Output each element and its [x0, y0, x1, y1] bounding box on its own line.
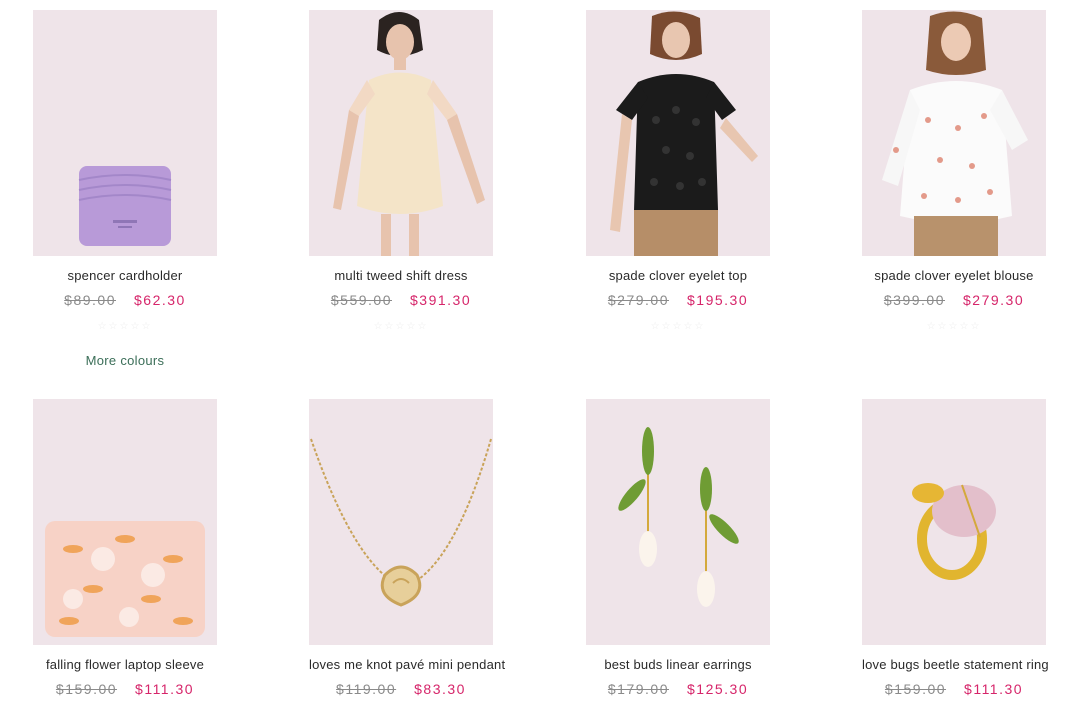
- sale-price: $125.30: [687, 681, 749, 697]
- product-name[interactable]: best buds linear earrings: [586, 657, 770, 672]
- price-row: $159.00 $111.30: [33, 681, 217, 697]
- original-price: $559.00: [330, 292, 392, 308]
- original-price: $159.00: [55, 681, 118, 697]
- more-colours-link[interactable]: More colours: [33, 353, 217, 368]
- price-row: $559.00 $391.30: [309, 292, 493, 308]
- price-row: $89.00 $62.30: [33, 292, 217, 308]
- product-name[interactable]: love bugs beetle statement ring: [862, 657, 1049, 672]
- sale-price: $83.30: [414, 681, 466, 697]
- original-price: $179.00: [607, 681, 669, 697]
- cardholder-image: [33, 10, 217, 256]
- product-image[interactable]: [586, 399, 770, 645]
- sale-price: $111.30: [135, 681, 195, 697]
- product-name[interactable]: multi tweed shift dress: [309, 268, 493, 283]
- sale-price: $195.30: [687, 292, 749, 308]
- eyelet-top-image: [586, 10, 770, 256]
- product-image[interactable]: [862, 399, 1046, 645]
- sale-price: $391.30: [410, 292, 472, 308]
- tweed-dress-image: [309, 10, 493, 256]
- price-row: $279.00 $195.30: [586, 292, 770, 308]
- rating-stars: ☆☆☆☆☆: [926, 321, 982, 332]
- original-price: $89.00: [64, 292, 116, 308]
- rating-stars: ☆☆☆☆☆: [97, 321, 153, 332]
- product-image[interactable]: [862, 10, 1046, 256]
- original-price: $399.00: [883, 292, 945, 308]
- original-price: $279.00: [607, 292, 669, 308]
- original-price: $119.00: [336, 681, 397, 697]
- sale-price: $111.30: [964, 681, 1024, 697]
- bud-earrings-image: [586, 399, 770, 645]
- product-name[interactable]: spade clover eyelet blouse: [862, 268, 1046, 283]
- sale-price: $279.30: [963, 292, 1025, 308]
- product-image[interactable]: [33, 10, 217, 256]
- price-row: $399.00 $279.30: [862, 292, 1046, 308]
- product-grid: spencer cardholder $89.00 $62.30 ☆☆☆☆☆ Mo…: [0, 0, 1080, 705]
- product-image[interactable]: [33, 399, 217, 645]
- knot-pendant-image: [309, 399, 493, 645]
- product-image[interactable]: [586, 10, 770, 256]
- price-row: $179.00 $125.30: [586, 681, 770, 697]
- rating-stars: ☆☆☆☆☆: [373, 321, 429, 332]
- price-row: $119.00 $83.30: [309, 681, 493, 697]
- original-price: $159.00: [884, 681, 947, 697]
- product-name[interactable]: spencer cardholder: [33, 268, 217, 283]
- product-name[interactable]: falling flower laptop sleeve: [33, 657, 217, 672]
- price-row: $159.00 $111.30: [862, 681, 1046, 697]
- product-image[interactable]: [309, 10, 493, 256]
- laptop-sleeve-image: [33, 399, 217, 645]
- product-name[interactable]: loves me knot pavé mini pendant: [309, 657, 505, 672]
- beetle-ring-image: [862, 399, 1046, 645]
- product-name[interactable]: spade clover eyelet top: [586, 268, 770, 283]
- rating-stars: ☆☆☆☆☆: [650, 321, 706, 332]
- sale-price: $62.30: [134, 292, 186, 308]
- product-image[interactable]: [309, 399, 493, 645]
- eyelet-blouse-image: [862, 10, 1046, 256]
